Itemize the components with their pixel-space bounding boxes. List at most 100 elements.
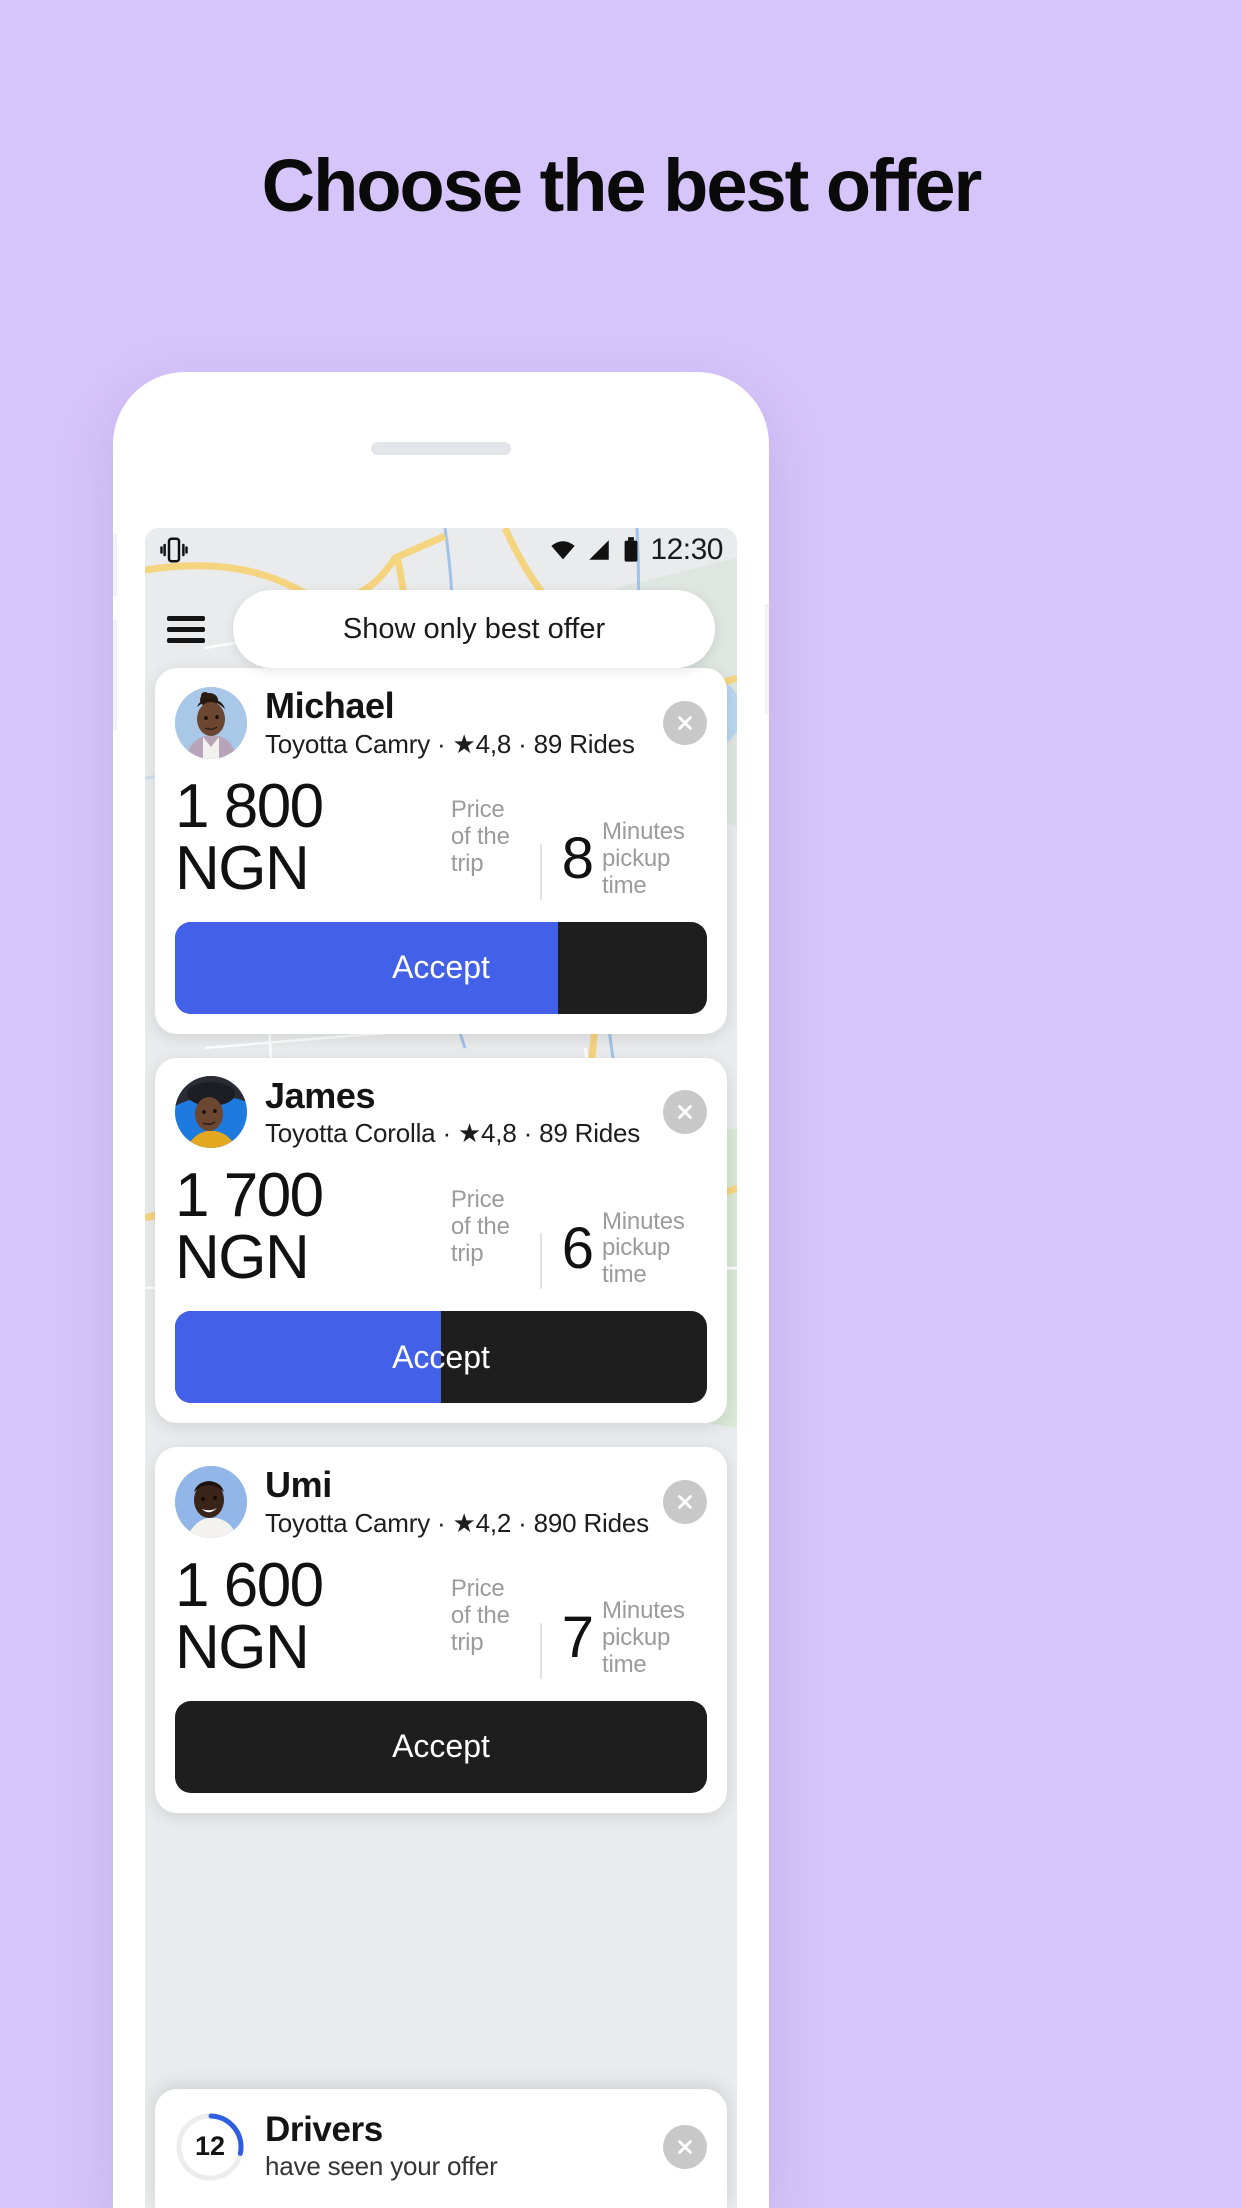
pickup-caption: Minutes pickup time [602,1207,707,1290]
close-icon [678,2139,692,2154]
price-time-divider [539,843,542,900]
dismiss-offer-button[interactable] [663,700,707,745]
status-bar-clock: 12:30 [650,533,723,566]
price-caption-line1: Price [450,1575,505,1603]
pickup-caption-line2: pickup time [602,1234,671,1289]
wifi-icon [551,541,576,560]
price-caption-line2: of the trip [450,1212,510,1267]
hamburger-line [167,637,205,643]
price-amount: 1 800 NGN [175,771,324,903]
page-title: Choose the best offer [261,144,983,227]
avatar [175,1465,247,1538]
pickup-caption-line1: Minutes [602,817,685,845]
avatar [175,1076,247,1149]
drivers-count-ring: 12 [175,2112,245,2182]
signal-icon [589,540,610,560]
offer-card-header: James Toyotta Corolla · ★4,8 · 89 Rides [175,1074,707,1150]
pickup-caption-line2: pickup time [602,844,671,899]
screenshot-stage: Choose the best offer 12:30 Show only be… [0,0,1242,2208]
pickup-caption: Minutes pickup time [602,1597,707,1679]
driver-info: James Toyotta Corolla · ★4,8 · 89 Rides [265,1074,645,1150]
pickup-time-block: 8 Minutes pickup time [561,817,707,900]
price-block: 1 800 NGN Price of the trip [175,771,540,903]
pickup-time-block: 7 Minutes pickup time [561,1597,707,1679]
price-time-divider [539,1622,542,1679]
show-only-best-offer-button[interactable]: Show only best offer [233,590,715,668]
phone-volume-down-button[interactable] [113,620,117,730]
driver-name: James [265,1074,376,1116]
pickup-minutes: 8 [561,826,594,892]
offer-list: Michael Toyotta Camry · ★4,8 · 89 Rides … [145,668,737,1837]
offer-card-header: Michael Toyotta Camry · ★4,8 · 89 Rides [175,686,707,760]
driver-info: Umi Toyotta Camry · ★4,2 · 890 Rides [265,1464,649,1539]
price-amount: 1 600 NGN [175,1550,324,1682]
offer-card[interactable]: Michael Toyotta Camry · ★4,8 · 89 Rides … [155,668,727,1034]
accept-button[interactable]: Accept [175,921,707,1014]
drivers-subtitle: have seen your offer [265,2151,498,2181]
accept-button-label: Accept [392,1338,490,1375]
dismiss-drivers-sheet-button[interactable] [663,2124,707,2169]
pickup-caption-line1: Minutes [602,1207,685,1235]
phone-mockup: 12:30 Show only best offer Michael Toyot… [113,372,769,2208]
pickup-time-block: 6 Minutes pickup time [561,1207,707,1290]
price-amount: 1 700 NGN [175,1161,324,1293]
pickup-minutes: 7 [561,1605,594,1671]
offer-price-row: 1 800 NGN Price of the trip 8 Minutes pi… [175,771,707,903]
offer-card[interactable]: James Toyotta Corolla · ★4,8 · 89 Rides … [155,1057,727,1424]
phone-volume-up-button[interactable] [113,534,117,596]
dismiss-offer-button[interactable] [663,1479,707,1524]
driver-name: Michael [265,685,395,726]
price-caption-line2: of the trip [450,1602,510,1657]
offer-price-row: 1 600 NGN Price of the trip 7 Minutes pi… [175,1550,707,1682]
vibrate-icon [160,537,188,563]
offer-card-header: Umi Toyotta Camry · ★4,2 · 890 Rides [175,1465,707,1539]
driver-photo-james [175,1076,247,1149]
battery-icon [625,537,638,562]
status-bar: 12:30 [145,528,737,572]
driver-meta: Toyotta Camry · ★4,8 · 89 Rides [265,728,635,759]
price-caption: Price of the trip [451,1576,540,1657]
price-caption-line1: Price [450,1185,505,1213]
pickup-caption-line1: Minutes [602,1597,685,1625]
show-only-best-offer-label: Show only best offer [342,612,606,645]
pickup-caption: Minutes pickup time [602,817,707,900]
map-top-bar: Show only best offer [145,590,737,668]
price-time-divider [539,1233,542,1290]
close-icon [678,715,692,730]
accept-button-label: Accept [392,1728,490,1765]
accept-button[interactable]: Accept [175,1311,707,1404]
price-caption-line1: Price [450,796,505,824]
driver-meta: Toyotta Camry · ★4,2 · 890 Rides [265,1507,649,1538]
accept-progress-fill [175,921,559,1014]
phone-speaker-grille [371,442,511,455]
drivers-text: Drivers have seen your offer [265,2111,643,2182]
phone-power-button[interactable] [765,604,769,714]
drivers-seen-sheet: 12 Drivers have seen your offer [155,2089,727,2208]
pickup-caption-line2: pickup time [602,1624,671,1678]
phone-screen: 12:30 Show only best offer Michael Toyot… [145,528,737,2208]
status-bar-right: 12:30 [549,533,723,567]
dismiss-offer-button[interactable] [663,1090,707,1135]
drivers-title: Drivers [265,2110,383,2150]
driver-meta: Toyotta Corolla · ★4,8 · 89 Rides [265,1118,641,1149]
drivers-count: 12 [194,2131,226,2162]
driver-photo-michael [175,686,247,759]
price-block: 1 600 NGN Price of the trip [175,1550,540,1682]
price-caption: Price of the trip [450,1185,540,1268]
price-block: 1 700 NGN Price of the trip [175,1165,540,1289]
status-bar-left [159,535,189,565]
close-icon [678,1495,692,1509]
driver-info: Michael Toyotta Camry · ★4,8 · 89 Rides [265,686,645,760]
close-icon [678,1105,692,1120]
offer-price-row: 1 700 NGN Price of the trip 6 Minutes pi… [175,1165,707,1290]
driver-photo-umi [175,1465,247,1538]
driver-name: Umi [265,1464,332,1506]
hamburger-menu-icon[interactable] [167,615,205,643]
pickup-minutes: 6 [561,1215,594,1281]
avatar [175,686,247,759]
accept-button-label: Accept [392,949,490,986]
accept-button[interactable]: Accept [175,1700,707,1793]
offer-card[interactable]: Umi Toyotta Camry · ★4,2 · 890 Rides 1 6… [155,1447,727,1813]
price-caption: Price of the trip [450,796,540,878]
hamburger-line [167,626,205,632]
